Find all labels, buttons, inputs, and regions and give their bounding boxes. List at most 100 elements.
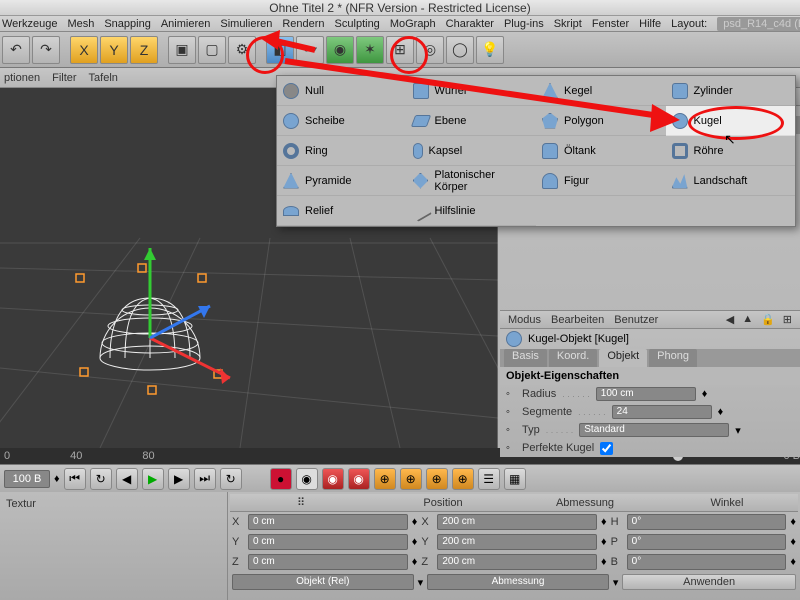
bottom-panels: Textur ⠿ Position Abmessung Winkel X 0 c… bbox=[0, 492, 800, 600]
menu-item[interactable]: Simulieren bbox=[220, 18, 272, 30]
record-button[interactable]: ● bbox=[270, 468, 292, 490]
render-region-button[interactable]: ▢ bbox=[198, 36, 226, 64]
coordinate-panel: ⠿ Position Abmessung Winkel X 0 cm♦ X200… bbox=[228, 492, 800, 600]
attr-breadcrumb: Kugel-Objekt [Kugel] bbox=[528, 333, 629, 345]
menu-item[interactable]: Rendern bbox=[282, 18, 324, 30]
options-button[interactable]: ☰ bbox=[478, 468, 500, 490]
radius-field[interactable]: 100 cm bbox=[596, 387, 696, 401]
dim-x-field[interactable]: 200 cm bbox=[437, 514, 597, 530]
axis-x-icon[interactable]: X bbox=[70, 36, 98, 64]
play-button[interactable]: ▶ bbox=[142, 468, 164, 490]
menu-item[interactable]: Plug-ins bbox=[504, 18, 544, 30]
oiltank-icon bbox=[542, 143, 558, 159]
segments-label: Segmente bbox=[522, 406, 572, 418]
key-rot-button[interactable]: ⊕ bbox=[426, 468, 448, 490]
autokey-button[interactable]: ◉ bbox=[296, 468, 318, 490]
menu-item[interactable]: MoGraph bbox=[390, 18, 436, 30]
redo-button[interactable]: ↷ bbox=[32, 36, 60, 64]
menu-item[interactable]: Fenster bbox=[592, 18, 629, 30]
attr-menu[interactable]: Benutzer bbox=[614, 314, 658, 326]
pos-x-field[interactable]: 0 cm bbox=[248, 514, 408, 530]
key-button[interactable]: ◉ bbox=[322, 468, 344, 490]
guide-icon bbox=[410, 200, 432, 222]
attr-tab-koord[interactable]: Koord. bbox=[549, 349, 597, 367]
perfect-checkbox[interactable] bbox=[600, 442, 613, 455]
attr-tab-objekt[interactable]: Objekt bbox=[599, 349, 647, 367]
up-icon[interactable]: ▲ bbox=[742, 313, 753, 326]
pyramid-icon bbox=[283, 173, 299, 189]
axis-z-icon[interactable]: Z bbox=[130, 36, 158, 64]
loop2-button[interactable]: ↻ bbox=[220, 468, 242, 490]
loop-button[interactable]: ↻ bbox=[90, 468, 112, 490]
ang-h-field[interactable]: 0° bbox=[627, 514, 787, 530]
prev-frame-button[interactable]: ◀ bbox=[116, 468, 138, 490]
coord-mode2[interactable]: Abmessung bbox=[427, 574, 609, 590]
popup-platonic[interactable]: Platonischer Körper bbox=[407, 166, 537, 196]
sub-tab[interactable]: ptionen bbox=[4, 72, 40, 84]
apply-button[interactable]: Anwenden bbox=[622, 574, 796, 590]
menu-item[interactable]: Snapping bbox=[104, 18, 151, 30]
attr-menu[interactable]: Modus bbox=[508, 314, 541, 326]
menu-item[interactable]: Sculpting bbox=[335, 18, 380, 30]
segments-field[interactable]: 24 bbox=[612, 405, 712, 419]
lock-icon[interactable]: 🔒 bbox=[761, 313, 775, 326]
menu-item[interactable]: Animieren bbox=[161, 18, 211, 30]
back-icon[interactable]: ◀ bbox=[726, 313, 734, 326]
dim-y-field[interactable]: 200 cm bbox=[437, 534, 597, 550]
texture-panel: Textur bbox=[0, 492, 228, 600]
frame-end-field[interactable]: 100 B bbox=[4, 470, 50, 488]
figure-icon bbox=[542, 173, 558, 189]
sub-tab[interactable]: Tafeln bbox=[89, 72, 118, 84]
capsule-icon bbox=[413, 143, 423, 159]
popup-tube[interactable]: Röhre bbox=[666, 136, 796, 166]
pos-z-field[interactable]: 0 cm bbox=[248, 554, 408, 570]
radius-label: Radius bbox=[522, 388, 556, 400]
attr-tab-phong[interactable]: Phong bbox=[649, 349, 697, 367]
popup-torus[interactable]: Ring bbox=[277, 136, 407, 166]
attr-tab-basis[interactable]: Basis bbox=[504, 349, 547, 367]
key-pla-button[interactable]: ⊕ bbox=[452, 468, 474, 490]
popup-landscape[interactable]: Landschaft bbox=[666, 166, 796, 196]
popup-figure[interactable]: Figur bbox=[536, 166, 666, 196]
perfect-label: Perfekte Kugel bbox=[522, 442, 594, 454]
coord-hdr-position: Position bbox=[372, 497, 514, 509]
key-pos-button[interactable]: ⊕ bbox=[374, 468, 396, 490]
menu-item[interactable]: Hilfe bbox=[639, 18, 661, 30]
menu-item[interactable]: Charakter bbox=[446, 18, 494, 30]
axis-y-icon[interactable]: Y bbox=[100, 36, 128, 64]
popup-pyramid[interactable]: Pyramide bbox=[277, 166, 407, 196]
layout-value[interactable]: psd_R14_c4d (Benutze bbox=[717, 17, 800, 31]
tube-icon bbox=[672, 143, 688, 159]
sub-tab[interactable]: Filter bbox=[52, 72, 76, 84]
menu-item[interactable]: Skript bbox=[554, 18, 582, 30]
next-frame-button[interactable]: ▶ bbox=[168, 468, 190, 490]
grid-button[interactable]: ▦ bbox=[504, 468, 526, 490]
popup-guide[interactable]: Hilfslinie bbox=[407, 196, 537, 226]
popup-relief[interactable]: Relief bbox=[277, 196, 407, 226]
sphere-icon bbox=[506, 331, 522, 347]
pos-y-field[interactable]: 0 cm bbox=[248, 534, 408, 550]
menu-item[interactable]: Mesh bbox=[67, 18, 94, 30]
titlebar: Ohne Titel 2 * (NFR Version - Restricted… bbox=[0, 0, 800, 16]
render-button[interactable]: ▣ bbox=[168, 36, 196, 64]
type-label: Typ bbox=[522, 424, 540, 436]
dim-z-field[interactable]: 200 cm bbox=[437, 554, 597, 570]
key2-button[interactable]: ◉ bbox=[348, 468, 370, 490]
type-field[interactable]: Standard bbox=[579, 423, 729, 437]
key-scale-button[interactable]: ⊕ bbox=[400, 468, 422, 490]
ang-b-field[interactable]: 0° bbox=[627, 554, 787, 570]
menu-item[interactable]: Werkzeuge bbox=[2, 18, 57, 30]
popup-oiltank[interactable]: Öltank bbox=[536, 136, 666, 166]
new-icon[interactable]: ⊞ bbox=[783, 313, 792, 326]
ang-p-field[interactable]: 0° bbox=[627, 534, 787, 550]
torus-icon bbox=[283, 143, 299, 159]
annotation-circle bbox=[688, 106, 784, 140]
attr-menu[interactable]: Bearbeiten bbox=[551, 314, 604, 326]
layout-label: Layout: bbox=[671, 18, 707, 30]
popup-capsule[interactable]: Kapsel bbox=[407, 136, 537, 166]
coord-mode1[interactable]: Objekt (Rel) bbox=[232, 574, 414, 590]
undo-button[interactable]: ↶ bbox=[2, 36, 30, 64]
attr-section: Objekt-Eigenschaften bbox=[506, 370, 619, 382]
goto-end-button[interactable]: ⏭ bbox=[194, 468, 216, 490]
goto-start-button[interactable]: ⏮ bbox=[64, 468, 86, 490]
